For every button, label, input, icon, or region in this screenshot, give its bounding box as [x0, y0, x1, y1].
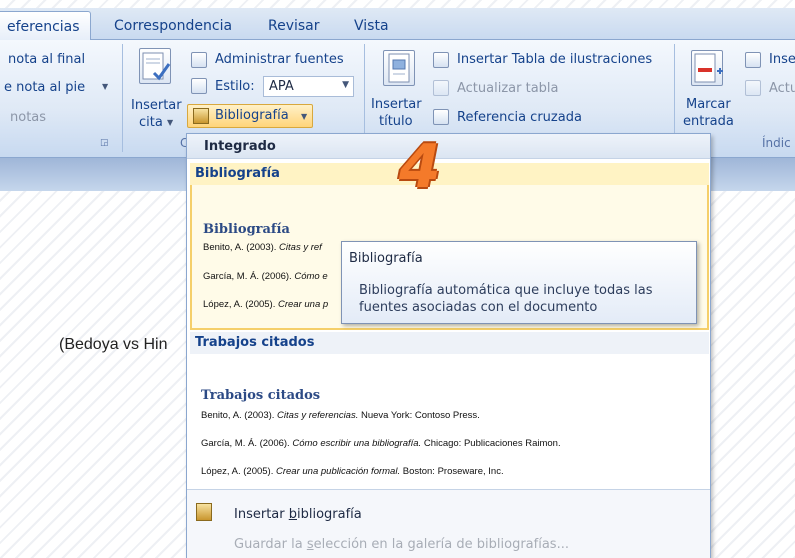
style-icon: [191, 78, 207, 94]
chevron-down-icon[interactable]: ▼: [342, 80, 349, 90]
card-title: Bibliografía: [203, 222, 290, 237]
manage-sources-button[interactable]: Administrar fuentes: [215, 52, 344, 67]
entry-author: García, M. Á. (2006).: [203, 271, 295, 282]
citation-entry: López, A. (2005). Crear una publicación …: [201, 466, 504, 477]
style-select-value: APA: [269, 79, 294, 94]
dropdown-footer: Insertar bibliografía Guardar la selecci…: [187, 489, 710, 558]
tab-referencias[interactable]: eferencias: [0, 11, 91, 41]
entry-title: Crear una publicación formal.: [276, 466, 401, 477]
chevron-down-icon: ▼: [301, 112, 308, 121]
insert-table-of-figures-icon[interactable]: [433, 52, 449, 68]
cross-reference-icon[interactable]: [433, 109, 449, 125]
dialog-launcher-icon[interactable]: ◲: [100, 138, 109, 148]
citation-entry: García, M. Á. (2006). Cómo e: [203, 271, 328, 282]
citation-entry: García, M. Á. (2006). Cómo escribir una …: [201, 438, 561, 449]
chevron-down-icon[interactable]: ▼: [167, 118, 173, 127]
insert-caption-label-2[interactable]: título: [379, 114, 413, 129]
save-selection-menu-item: Guardar la selección en la galería de bi…: [234, 537, 569, 552]
entry-title: Citas y ref: [279, 242, 322, 253]
index-group-label: Índic: [762, 136, 791, 150]
insert-caption-icon[interactable]: [383, 50, 415, 86]
entry-title: Citas y referencias.: [277, 410, 359, 421]
entry-author: Benito, A. (2003).: [201, 410, 278, 421]
card-title: Trabajos citados: [201, 388, 321, 403]
insert-index-button[interactable]: Inse: [769, 52, 795, 67]
tab-vista-label: Vista: [354, 18, 389, 34]
bibliography-icon: [193, 108, 209, 124]
group-separator: [122, 44, 123, 152]
cross-reference-button[interactable]: Referencia cruzada: [457, 110, 582, 125]
bibliography-button-label: Bibliografía: [215, 108, 289, 123]
entry-title: Cómo e: [294, 271, 328, 282]
insert-citation-label-1[interactable]: Insertar: [131, 98, 182, 113]
tab-revisar-label: Revisar: [268, 18, 320, 34]
insert-table-of-figures-button[interactable]: Insertar Tabla de ilustraciones: [457, 52, 652, 67]
tab-vista[interactable]: Vista: [344, 14, 399, 40]
update-table-button: Actualizar tabla: [457, 81, 559, 96]
show-notes-button[interactable]: notas: [10, 110, 46, 125]
ribbon-tab-bar: eferencias Correspondencia Revisar Vista: [0, 8, 795, 41]
entry-title: Cómo escribir una bibliografía.: [292, 438, 422, 449]
tab-correspondencia-label: Correspondencia: [114, 18, 233, 34]
chevron-down-icon[interactable]: ▼: [102, 82, 108, 91]
entry-publisher: Nueva York: Contoso Press.: [358, 410, 480, 421]
citation-entry: López, A. (2005). Crear una p: [203, 299, 328, 310]
mark-entry-icon[interactable]: [691, 50, 723, 86]
tooltip-body: Bibliografía automática que incluye toda…: [359, 283, 653, 315]
bibliography-button[interactable]: Bibliografía ▼: [187, 104, 313, 128]
tooltip-title: Bibliografía: [349, 251, 423, 266]
tab-correspondencia[interactable]: Correspondencia: [104, 14, 242, 40]
menu-item-accelerator: s: [306, 537, 314, 552]
insert-index-icon[interactable]: [745, 52, 761, 68]
tab-revisar[interactable]: Revisar: [258, 14, 330, 40]
next-footnote-button[interactable]: e nota al pie: [4, 80, 85, 95]
tab-referencias-label: eferencias: [7, 19, 80, 35]
insert-caption-label-1[interactable]: Insertar: [371, 97, 422, 112]
entry-author: Benito, A. (2003).: [203, 242, 280, 253]
insert-citation-icon[interactable]: [139, 48, 171, 84]
citation-entry: Benito, A. (2003). Citas y ref: [203, 242, 322, 253]
entry-author: López, A. (2005).: [203, 299, 278, 310]
menu-item-label: elección en la galería de bibliografías.…: [313, 537, 569, 552]
document-text[interactable]: (Bedoya vs Hin: [59, 336, 168, 354]
mark-entry-label-2[interactable]: entrada: [683, 114, 734, 129]
insert-endnote-button[interactable]: nota al final: [8, 52, 85, 67]
tooltip: Bibliografía Bibliografía automática que…: [341, 241, 697, 324]
manage-sources-icon[interactable]: [191, 52, 207, 68]
step-number-badge: 4: [399, 132, 441, 202]
style-label: Estilo:: [215, 79, 255, 94]
menu-item-label: ibliografía: [297, 507, 362, 522]
entry-title: Crear una p: [278, 299, 329, 310]
insert-citation-label-2[interactable]: cita: [139, 115, 163, 130]
gallery-section-trabajos-citados: Trabajos citados: [190, 332, 709, 354]
style-select[interactable]: APA ▼: [263, 76, 354, 97]
menu-item-accelerator: b: [288, 507, 297, 522]
entry-author: García, M. Á. (2006).: [201, 438, 293, 449]
entry-publisher: Boston: Proseware, Inc.: [400, 466, 504, 477]
entry-author: López, A. (2005).: [201, 466, 276, 477]
update-table-icon: [433, 80, 449, 96]
citation-entry: Benito, A. (2003). Citas y referencias. …: [201, 410, 480, 421]
menu-item-label: Insertar: [234, 507, 289, 522]
menu-item-label: Guardar la: [234, 537, 307, 552]
mark-entry-label-1[interactable]: Marcar: [686, 97, 731, 112]
insert-bibliography-icon: [196, 503, 212, 521]
gallery-item-trabajos-citados[interactable]: Trabajos citados Benito, A. (2003). Cita…: [190, 356, 709, 486]
update-index-button: Actu: [769, 81, 795, 96]
insert-bibliography-menu-item[interactable]: Insertar bibliografía: [234, 507, 362, 522]
entry-publisher: Chicago: Publicaciones Raimon.: [421, 438, 561, 449]
update-index-icon: [745, 80, 761, 96]
